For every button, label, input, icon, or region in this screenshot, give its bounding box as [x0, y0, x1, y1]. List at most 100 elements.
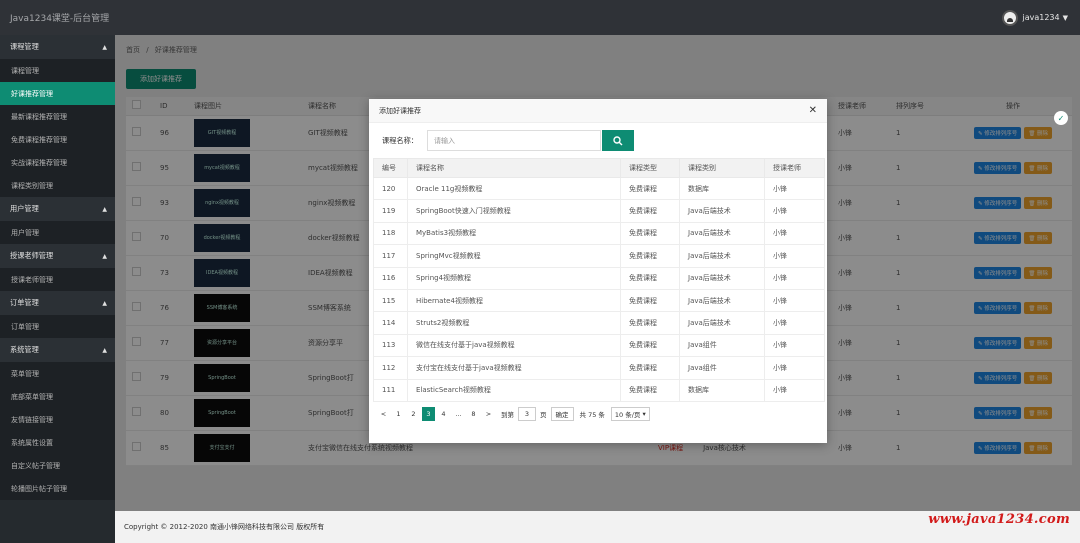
sidebar-item-system-props[interactable]: 系统属性设置	[0, 431, 115, 454]
search-label: 课程名称：	[382, 135, 418, 145]
sidebar-item-menu[interactable]: 菜单管理	[0, 362, 115, 385]
sidebar-item-user[interactable]: 用户管理	[0, 221, 115, 244]
cell-teacher: 小锋	[764, 333, 825, 358]
page-2[interactable]: 2	[407, 407, 420, 421]
cell-type: 免费课程	[620, 356, 680, 380]
list-item[interactable]: 119 SpringBoot快速入门视频教程 免费课程 Java后端技术 小锋	[373, 199, 825, 223]
page-8[interactable]: 8	[467, 407, 480, 421]
cell-name: Hibernate4视频教程	[407, 288, 621, 313]
sidebar-group-teacher[interactable]: 授课老师管理 ▲	[0, 244, 115, 268]
list-item[interactable]: 111 ElasticSearch视频教程 免费课程 数据库 小锋	[373, 378, 825, 402]
cell-name: MyBatis3视频教程	[407, 221, 621, 246]
username: java1234	[1022, 13, 1060, 22]
list-item[interactable]: 116 Spring4视频教程 免费课程 Java后端技术 小锋	[373, 266, 825, 290]
sidebar-item-order[interactable]: 订单管理	[0, 315, 115, 338]
cell-category: Java组件	[679, 333, 765, 358]
goto-confirm-button[interactable]: 确定	[550, 407, 574, 421]
goto-label: 到第	[501, 411, 514, 419]
cell-category: 数据库	[679, 176, 765, 201]
cell-category: Java后端技术	[679, 311, 765, 335]
cell-type: 免费课程	[620, 333, 680, 358]
chevron-up-icon: ▲	[102, 346, 107, 354]
page-1[interactable]: 1	[392, 407, 405, 421]
header-name: 课程名称	[407, 158, 621, 178]
cell-name: SpringMvc视频教程	[407, 244, 621, 268]
cell-teacher: 小锋	[764, 244, 825, 268]
list-item[interactable]: 118 MyBatis3视频教程 免费课程 Java后端技术 小锋	[373, 221, 825, 246]
page-4[interactable]: 4	[437, 407, 450, 421]
page-size-select[interactable]: 10 条/页 ▾	[610, 407, 650, 421]
search-placeholder: 请输入	[433, 136, 455, 145]
cell-category: Java后端技术	[679, 244, 765, 268]
cell-name: Spring4视频教程	[407, 266, 621, 290]
sidebar-group-course[interactable]: 课程管理 ▲	[0, 35, 115, 59]
cell-type: 免费课程	[620, 221, 680, 246]
sidebar-item-latest-course[interactable]: 最新课程推荐管理	[0, 105, 115, 128]
next-page-button[interactable]: >	[482, 407, 495, 421]
pagination: < 1 2 3 4 … 8 > 到第 3 页 确定 共 75 条 10 条/页 ▾	[377, 407, 650, 421]
cell-category: 数据库	[679, 378, 765, 402]
search-button[interactable]	[601, 130, 634, 151]
cell-category: Java组件	[679, 356, 765, 380]
table-header-row: 编号 课程名称 课程类型 课程类别 授课老师	[373, 158, 825, 178]
sidebar-item-bottom-menu[interactable]: 底部菜单管理	[0, 385, 115, 408]
page-size-value: 10 条/页	[614, 411, 641, 419]
cell-name: Struts2视频教程	[407, 311, 621, 335]
sidebar-item-teacher[interactable]: 授课老师管理	[0, 268, 115, 291]
cell-teacher: 小锋	[764, 176, 825, 201]
list-item[interactable]: 112 支付宝在线支付基于java视频教程 免费课程 Java组件 小锋	[373, 356, 825, 380]
list-item[interactable]: 115 Hibernate4视频教程 免费课程 Java后端技术 小锋	[373, 288, 825, 313]
cell-type: 免费课程	[620, 244, 680, 268]
cell-name: ElasticSearch视频教程	[407, 378, 621, 402]
page-unit: 页	[540, 411, 547, 419]
sidebar-group-label: 授课老师管理	[10, 251, 54, 260]
cell-id: 113	[373, 333, 408, 358]
sidebar-group-label: 订单管理	[10, 298, 39, 307]
sidebar-item-free-course[interactable]: 免费课程推荐管理	[0, 128, 115, 151]
leaf-icon[interactable]: ✓	[1054, 111, 1068, 125]
close-icon[interactable]: ✕	[809, 105, 817, 116]
cell-category: Java后端技术	[679, 288, 765, 313]
user-menu[interactable]: java1234 ▼	[1002, 9, 1068, 26]
sidebar-group-user[interactable]: 用户管理 ▲	[0, 197, 115, 221]
total-count: 共 75 条	[579, 411, 605, 419]
sidebar-item-course[interactable]: 课程管理	[0, 59, 115, 82]
prev-page-button[interactable]: <	[377, 407, 390, 421]
cell-id: 114	[373, 311, 408, 335]
sidebar-item-course-category[interactable]: 课程类别管理	[0, 174, 115, 197]
add-good-course-dialog: 添加好课推荐 ✕ 课程名称： 请输入 编号 课程名称 课程类型 课程类别 授课老…	[369, 99, 827, 443]
sidebar-group-label: 系统管理	[10, 345, 39, 354]
sidebar-group-label: 用户管理	[10, 204, 39, 213]
cell-name: 微信在线支付基于java视频教程	[407, 333, 621, 358]
sidebar: 课程管理 ▲ 课程管理 好课推荐管理 最新课程推荐管理 免费课程推荐管理 实战课程…	[0, 35, 115, 543]
list-item[interactable]: 117 SpringMvc视频教程 免费课程 Java后端技术 小锋	[373, 244, 825, 268]
cell-id: 117	[373, 244, 408, 268]
cell-name: 支付宝在线支付基于java视频教程	[407, 356, 621, 380]
sidebar-group-system[interactable]: 系统管理 ▲	[0, 338, 115, 362]
sidebar-item-good-course[interactable]: 好课推荐管理	[0, 82, 115, 105]
sidebar-item-friend-link[interactable]: 友情链接管理	[0, 408, 115, 431]
copyright: Copyright © 2012-2020 南通小锋网络科技有限公司 版权所有	[124, 523, 325, 531]
list-item[interactable]: 120 Oracle 11g视频教程 免费课程 数据库 小锋	[373, 176, 825, 201]
header-type: 课程类型	[620, 158, 680, 178]
sidebar-group-order[interactable]: 订单管理 ▲	[0, 291, 115, 315]
header-category: 课程类别	[679, 158, 765, 178]
chevron-up-icon: ▲	[102, 299, 107, 307]
search-input[interactable]: 请输入	[426, 130, 601, 151]
cell-teacher: 小锋	[764, 221, 825, 246]
sidebar-item-custom-post[interactable]: 自定义帖子管理	[0, 454, 115, 477]
page-3-current[interactable]: 3	[422, 407, 435, 421]
list-item[interactable]: 113 微信在线支付基于java视频教程 免费课程 Java组件 小锋	[373, 333, 825, 358]
cell-type: 免费课程	[620, 288, 680, 313]
cell-type: 免费课程	[620, 378, 680, 402]
goto-page-input[interactable]: 3	[518, 407, 536, 421]
header-teacher: 授课老师	[764, 158, 825, 178]
watermark: www.java1234.com	[928, 512, 1070, 527]
cell-id: 112	[373, 356, 408, 380]
page-ellipsis: …	[455, 410, 462, 418]
list-item[interactable]: 114 Struts2视频教程 免费课程 Java后端技术 小锋	[373, 311, 825, 335]
cell-teacher: 小锋	[764, 199, 825, 223]
sidebar-item-carousel-post[interactable]: 轮播图片帖子管理	[0, 477, 115, 500]
sidebar-item-practice-course[interactable]: 实战课程推荐管理	[0, 151, 115, 174]
header-id: 编号	[373, 158, 408, 178]
